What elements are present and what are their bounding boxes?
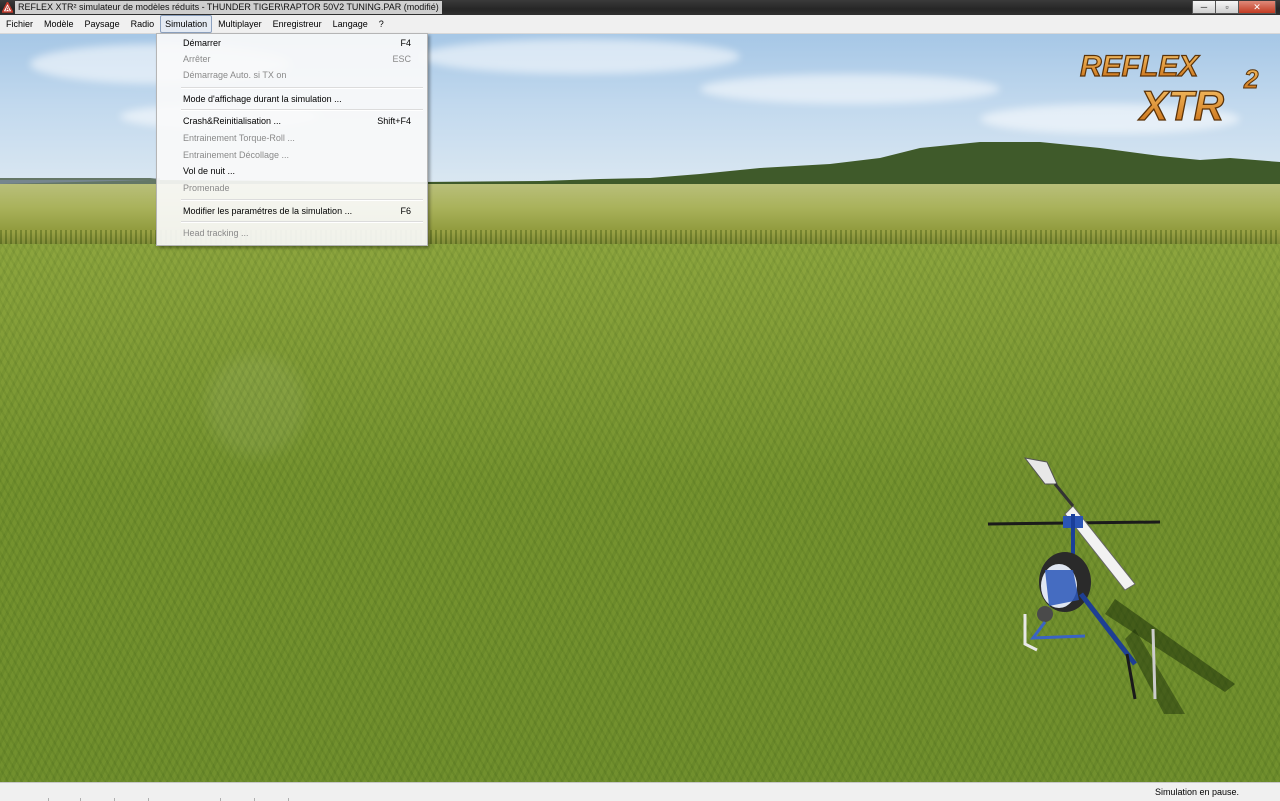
menu-item-torque-roll[interactable]: Entrainement Torque-Roll ... xyxy=(157,130,427,146)
menu-item-decollage[interactable]: Entrainement Décollage ... xyxy=(157,147,427,163)
menu-separator xyxy=(181,87,423,89)
rc-helicopter xyxy=(987,457,1235,714)
menu-fichier[interactable]: Fichier xyxy=(1,15,38,33)
menu-item-arreter[interactable]: Arrêter ESC xyxy=(157,51,427,67)
menu-radio[interactable]: Radio xyxy=(126,15,160,33)
logo-reflex-text: REFLEX xyxy=(1080,50,1200,83)
menu-item-head-tracking[interactable]: Head tracking ... xyxy=(157,225,427,241)
status-text: Simulation en pause. xyxy=(1154,787,1239,797)
menu-item-modifier-parametres[interactable]: Modifier les paramétres de la simulation… xyxy=(157,203,427,219)
menu-simulation[interactable]: Simulation xyxy=(160,15,213,33)
close-button[interactable]: ✕ xyxy=(1238,1,1276,14)
menu-item-demarrer[interactable]: Démarrer F4 xyxy=(157,35,427,51)
app-icon[interactable]: A xyxy=(2,2,13,13)
title-bar: A REFLEX XTR² simulateur de modèles rédu… xyxy=(0,0,1280,15)
menu-item-mode-affichage[interactable]: Mode d'affichage durant la simulation ..… xyxy=(157,91,427,107)
logo-superscript-text: 2 xyxy=(1243,64,1259,94)
minimize-button[interactable]: ─ xyxy=(1192,1,1216,14)
menu-separator xyxy=(181,109,423,111)
window-title: REFLEX XTR² simulateur de modèles réduit… xyxy=(15,1,442,14)
menu-item-promenade[interactable]: Promenade xyxy=(157,180,427,196)
logo-xtr-text: XTR xyxy=(1138,82,1225,129)
menu-enregistreur[interactable]: Enregistreur xyxy=(268,15,327,33)
menu-item-demarrage-auto[interactable]: Démarrage Auto. si TX on xyxy=(157,67,427,83)
menu-item-vol-de-nuit[interactable]: Vol de nuit ... xyxy=(157,163,427,179)
menu-paysage[interactable]: Paysage xyxy=(80,15,125,33)
status-bar: Simulation en pause. xyxy=(0,782,1280,801)
svg-text:A: A xyxy=(5,7,10,13)
menu-separator xyxy=(181,199,423,201)
menu-langage[interactable]: Langage xyxy=(328,15,373,33)
reflex-xtr-logo: REFLEX XTR 2 xyxy=(1078,44,1270,130)
menu-separator xyxy=(181,221,423,223)
menu-modele[interactable]: Modèle xyxy=(39,15,79,33)
simulation-menu-dropdown: Démarrer F4 Arrêter ESC Démarrage Auto. … xyxy=(156,33,428,246)
menu-multiplayer[interactable]: Multiplayer xyxy=(213,15,267,33)
menu-help[interactable]: ? xyxy=(374,15,389,33)
menu-bar: Fichier Modèle Paysage Radio Simulation … xyxy=(0,15,1280,34)
maximize-button[interactable]: ▫ xyxy=(1215,1,1239,14)
menu-item-crash-reinit[interactable]: Crash&Reinitialisation ... Shift+F4 xyxy=(157,113,427,129)
